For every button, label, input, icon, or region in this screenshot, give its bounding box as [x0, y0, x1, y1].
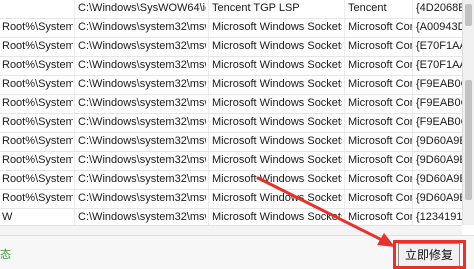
table-row[interactable]: Root%\System32... C:\Windows\system32\msw… [0, 94, 462, 114]
row-path-cell: C:\Windows\system32\mswsock... [78, 192, 206, 204]
row-vendor-cell: Microsoft Cor... [348, 135, 412, 147]
row-name-cell: Root%\System32... [2, 78, 73, 90]
row-guid-cell: {9D60A9E0- [416, 154, 462, 166]
row-name-cell: Root%\System32... [2, 59, 73, 71]
row-path-cell: C:\Windows\system32\mswsock... [78, 78, 206, 90]
row-name-cell: Root%\System32... [2, 192, 73, 204]
row-path-cell: C:\Windows\SysWOW64\ierd_tg... [78, 2, 206, 14]
row-guid-cell: {9D60A9E0- [416, 192, 462, 204]
row-path-cell: C:\Windows\system32\mswsock... [78, 154, 206, 166]
row-guid-cell: {F9EAB0C0- [416, 116, 462, 128]
table-row[interactable]: Root%\System32... C:\Windows\system32\msw… [0, 113, 462, 133]
table-row[interactable]: Root%\System32... C:\Windows\system32\msw… [0, 151, 462, 171]
row-vendor-cell: Microsoft Cor... [348, 21, 412, 33]
row-vendor-cell: Microsoft Cor... [348, 192, 412, 204]
row-path-cell: C:\Windows\system32\mswsock... [78, 21, 206, 33]
row-description-cell: Microsoft Windows Sockets 2.0... [212, 135, 342, 147]
row-vendor-cell: Microsoft Cor... [348, 173, 412, 185]
row-path-cell: C:\Windows\system32\mswsock... [78, 173, 206, 185]
row-description-cell: Microsoft Windows Sockets 2.0... [212, 59, 342, 71]
bottom-bar: 态 立即修复 [0, 235, 474, 269]
row-vendor-cell: Microsoft Cor... [348, 59, 412, 71]
row-description-cell: Microsoft Windows Sockets 2.0... [212, 21, 342, 33]
row-vendor-cell: Microsoft Cor... [348, 116, 412, 128]
table-row[interactable]: Root%\System32... C:\Windows\system32\msw… [0, 75, 462, 95]
row-guid-cell: {E70F1AA0- [416, 59, 462, 71]
row-description-cell: Microsoft Windows Sockets 2.0... [212, 116, 342, 128]
row-name-cell: Root%\System32... [2, 21, 73, 33]
row-description-cell: Microsoft Windows Sockets 2.0... [212, 211, 342, 223]
row-name-cell: Root%\System32... [2, 135, 73, 147]
row-guid-cell: {4D2068E5- [416, 2, 462, 14]
row-name-cell: Root%\System32... [2, 173, 73, 185]
row-name-cell: W [2, 211, 13, 223]
row-path-cell: C:\Windows\system32\mswsock... [78, 40, 206, 52]
lsp-table: C:\Windows\SysWOW64\ierd_tg... Tencent TG… [0, 0, 462, 225]
row-guid-cell: {F9EAB0C0- [416, 97, 462, 109]
row-path-cell: C:\Windows\system32\mswsock... [78, 116, 206, 128]
table-row[interactable]: W C:\Windows\system32\mswsock... Microsoft… [0, 208, 462, 225]
row-guid-cell: {A00943D9- [416, 21, 462, 33]
scrollbar-thumb[interactable] [465, 80, 472, 200]
row-path-cell: C:\Windows\system32\mswsock... [78, 97, 206, 109]
row-guid-cell: {9D60A9E0- [416, 173, 462, 185]
row-description-cell: Microsoft Windows Sockets 2.0... [212, 78, 342, 90]
row-path-cell: C:\Windows\system32\mswsock... [78, 59, 206, 71]
table-row[interactable]: Root%\System32... C:\Windows\system32\msw… [0, 18, 462, 38]
row-guid-cell: {9D60A9E0- [416, 135, 462, 147]
row-name-cell: Root%\System32... [2, 40, 73, 52]
row-name-cell [0, 0, 73, 19]
row-description-cell: Microsoft Windows Sockets 2.0... [212, 40, 342, 52]
table-row[interactable]: Root%\System32... C:\Windows\system32\msw… [0, 189, 462, 209]
row-path-cell: C:\Windows\system32\mswsock... [78, 211, 206, 223]
vertical-scrollbar[interactable] [462, 0, 474, 225]
row-name-cell: Root%\System32... [2, 97, 73, 109]
table-row[interactable]: Root%\System32... C:\Windows\system32\msw… [0, 37, 462, 57]
row-vendor-cell: Microsoft Cor... [348, 154, 412, 166]
row-description-cell: Microsoft Windows Sockets 2.0... [212, 97, 342, 109]
row-name-cell: Root%\System32... [2, 116, 73, 128]
row-vendor-cell: Microsoft Cor... [348, 40, 412, 52]
scrollbar-thumb[interactable] [465, 4, 472, 26]
table-row[interactable]: C:\Windows\SysWOW64\ierd_tg... Tencent TG… [0, 0, 462, 19]
table-row[interactable]: Root%\System32... C:\Windows\system32\msw… [0, 56, 462, 76]
table-row[interactable]: Root%\System32... C:\Windows\system32\msw… [0, 132, 462, 152]
row-guid-cell: {E70F1AA0- [416, 40, 462, 52]
row-vendor-cell: Tencent [348, 2, 387, 14]
row-description-cell: Microsoft Windows Sockets 2.0... [212, 154, 342, 166]
row-vendor-cell: Microsoft Cor... [348, 211, 412, 223]
row-description-cell: Microsoft Windows Sockets 2.0... [212, 173, 342, 185]
row-path-cell: C:\Windows\system32\mswsock... [78, 135, 206, 147]
row-vendor-cell: Microsoft Cor... [348, 78, 412, 90]
status-text: 态 [0, 249, 11, 261]
row-name-cell: Root%\System32... [2, 154, 73, 166]
row-guid-cell: {F9EAB0C0- [416, 78, 462, 90]
row-guid-cell: {1234191B- [416, 211, 462, 223]
repair-now-button[interactable]: 立即修复 [398, 243, 460, 267]
row-description-cell: Microsoft Windows Sockets 2.0... [212, 192, 342, 204]
row-description-cell: Tencent TGP LSP [212, 2, 300, 14]
table-row[interactable]: Root%\System32... C:\Windows\system32\msw… [0, 170, 462, 190]
horizontal-scrollbar[interactable] [0, 225, 462, 235]
row-vendor-cell: Microsoft Cor... [348, 97, 412, 109]
